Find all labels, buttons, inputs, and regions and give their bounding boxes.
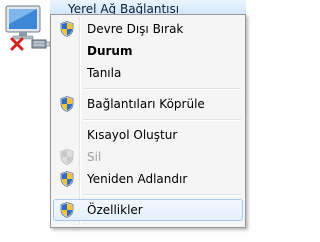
menu-item-rename[interactable]: Yeniden Adlandır — [53, 168, 243, 190]
menu-item-label: Devre Dışı Bırak — [87, 22, 184, 36]
menu-item-delete: Sil — [53, 146, 243, 168]
menu-item-label: Özellikler — [87, 203, 143, 217]
context-menu: Devre Dışı Bırak Durum Tanıla Bağlantıla… — [50, 14, 246, 228]
menu-item-diagnose[interactable]: Tanıla — [53, 62, 243, 84]
menu-item-label: Durum — [87, 44, 133, 58]
menu-item-label: Yeniden Adlandır — [87, 172, 188, 186]
menu-item-disable[interactable]: Devre Dışı Bırak — [53, 18, 243, 40]
menu-separator — [83, 119, 241, 121]
menu-item-label: Tanıla — [87, 66, 122, 80]
uac-shield-icon — [60, 171, 74, 187]
network-cable-icon — [31, 39, 51, 49]
uac-shield-icon — [60, 96, 74, 112]
menu-item-create-shortcut[interactable]: Kısayol Oluştur — [53, 124, 243, 146]
disabled-x-icon — [10, 37, 24, 51]
menu-separator — [83, 194, 241, 196]
menu-item-bridge-connections[interactable]: Bağlantıları Köprüle — [53, 93, 243, 115]
menu-item-label: Bağlantıları Köprüle — [87, 97, 205, 111]
menu-item-status[interactable]: Durum — [53, 40, 243, 62]
menu-item-label: Sil — [87, 150, 102, 164]
menu-item-label: Kısayol Oluştur — [87, 128, 178, 142]
uac-shield-icon — [60, 149, 74, 165]
uac-shield-icon — [60, 21, 74, 37]
menu-item-properties[interactable]: Özellikler — [53, 199, 243, 221]
menu-separator — [83, 88, 241, 90]
uac-shield-icon — [60, 202, 74, 218]
